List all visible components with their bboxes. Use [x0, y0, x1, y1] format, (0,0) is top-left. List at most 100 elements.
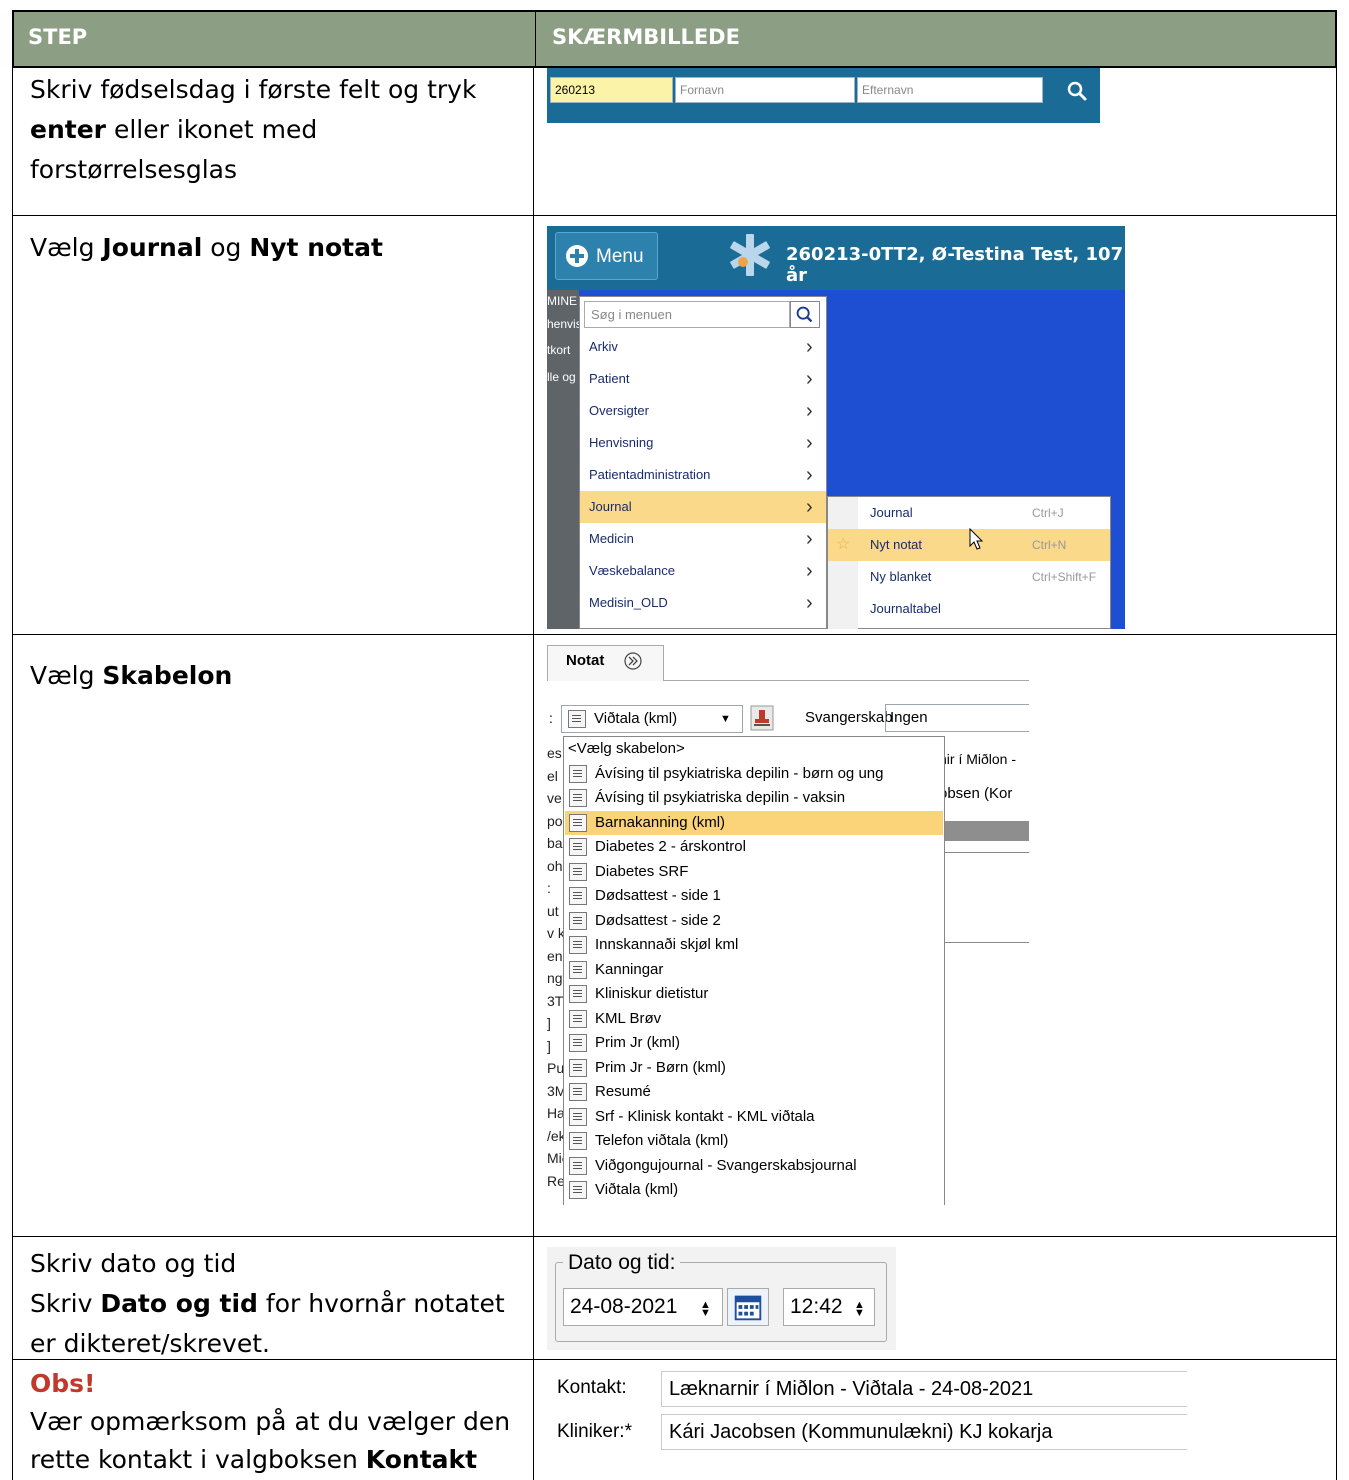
svangerskab-field[interactable]: Ingen	[885, 704, 1029, 732]
template-option[interactable]: Dødsattest - side 2	[565, 909, 943, 933]
svangerskab-label: Svangerskab	[805, 709, 893, 726]
calendar-icon[interactable]	[727, 1288, 769, 1326]
menu-item[interactable]: Henvisning ›	[580, 427, 826, 459]
template-icon	[569, 1058, 587, 1077]
menu-item-label: Journal	[589, 499, 632, 514]
template-icon	[569, 862, 587, 881]
step-1-text: Skriv fødselsdag i første felt og tryk e…	[30, 75, 477, 184]
background-fragment: /ek	[547, 1127, 563, 1144]
template-option-label: Ávísing til psykiatriska depilin - børn …	[595, 764, 884, 782]
submenu-item[interactable]: Journal Ctrl+J	[828, 497, 1110, 529]
background-fragment: Hæ	[547, 1105, 563, 1121]
template-option[interactable]: Diabetes 2 - árskontrol	[565, 835, 943, 859]
favorite-star-icon[interactable]: ☆	[836, 529, 850, 561]
kontakt-label: Kontakt:	[557, 1377, 627, 1398]
combo-value: Viðtala (kml)	[594, 710, 678, 727]
background-fragments: es el ve po ba oh: ut v k en ng 3T]] Pul 3M Hæ/ek Mið R…	[547, 745, 563, 1205]
template-option[interactable]: Resumé	[565, 1080, 943, 1104]
kliniker-field[interactable]: Kári Jacobsen (Kommunulækni) KJ kokarja	[661, 1414, 1187, 1450]
template-icon	[569, 911, 587, 930]
date-time-legend: Dato og tid:	[563, 1251, 681, 1275]
template-option-label: Ávísing til psykiatriska depilin - vaksi…	[595, 789, 846, 806]
template-option[interactable]: Kanningar	[565, 958, 943, 982]
template-list: <Vælg skabelon> Ávísing til psykiatriska …	[563, 736, 945, 1205]
step-3-text: Vælg Skabelon	[30, 661, 233, 690]
background-fragment: en	[547, 947, 563, 964]
medical-star-icon	[730, 234, 770, 276]
firstname-field[interactable]: Fornavn	[675, 77, 855, 103]
date-spinner-icon[interactable]: ▲ ▼	[700, 1300, 711, 1319]
submenu-item-label: Journal	[870, 505, 913, 520]
time-spinner-icon[interactable]: ▲ ▼	[854, 1300, 865, 1319]
menu-item[interactable]: Arkiv ›	[580, 331, 826, 363]
template-option[interactable]: Prim Jr (kml)	[565, 1031, 943, 1055]
chevron-right-icon: ›	[806, 432, 813, 454]
menu-item-label: Henvisning	[589, 435, 654, 450]
template-option[interactable]: Telefon viðtala (kml)	[565, 1129, 943, 1153]
chevron-right-icon: ›	[806, 592, 813, 614]
template-option[interactable]: KML Brøv	[565, 1007, 943, 1031]
template-option[interactable]: Viðtala (kml)	[565, 1178, 943, 1202]
chevron-right-icon: ›	[806, 336, 813, 358]
menu-button[interactable]: Menu	[555, 232, 658, 280]
menu-item[interactable]: Patient ›	[580, 363, 826, 395]
template-option[interactable]: Viðgongujournal - Svangerskabsjournal	[565, 1154, 943, 1178]
menu-item[interactable]: Medisin_OLD ›	[580, 587, 826, 619]
time-field[interactable]: 12:42 ▲ ▼	[783, 1288, 875, 1326]
date-field[interactable]: 24-08-2021 ▲ ▼	[563, 1288, 723, 1326]
tab-notat[interactable]: Notat	[547, 645, 664, 681]
stamp-icon[interactable]	[750, 705, 774, 731]
submenu-item[interactable]: Ny blanket Ctrl+Shift+F	[828, 561, 1110, 593]
date-time-screenshot: Dato og tid: 24-08-2021 ▲ ▼ 12:42 ▲ ▼	[547, 1247, 896, 1350]
shortcut-label: Ctrl+Shift+F	[1032, 570, 1097, 584]
template-icon	[569, 960, 587, 979]
header-step: STEP	[28, 25, 88, 49]
background-fragment: ]	[547, 1037, 551, 1054]
submenu-item[interactable]: Journaltabel	[828, 593, 1110, 625]
step-5-text: Obs! Vær opmærksom på at du vælger den re…	[30, 1369, 511, 1474]
template-option[interactable]: Dødsattest - side 1	[565, 884, 943, 908]
menu-item[interactable]: Væskebalance ›	[580, 555, 826, 587]
menu-item[interactable]: Oversigter ›	[580, 395, 826, 427]
template-icon	[569, 1156, 587, 1175]
template-option-label: Resumé	[595, 1083, 651, 1100]
search-icon[interactable]	[790, 301, 820, 328]
template-icon	[569, 1181, 587, 1199]
background-fragment: Pul	[547, 1060, 563, 1076]
search-icon[interactable]	[1066, 80, 1088, 102]
template-combobox[interactable]: Viðtala (kml) ▼	[561, 705, 743, 733]
template-option[interactable]: Ávísing til psykiatriska depilin - vaksi…	[565, 786, 943, 810]
menu-item[interactable]: Journal ›	[580, 491, 826, 523]
double-chevron-icon[interactable]	[623, 651, 643, 671]
template-icon	[569, 1107, 587, 1126]
chevron-right-icon: ›	[806, 400, 813, 422]
menu-item[interactable]: Medicin ›	[580, 523, 826, 555]
template-icon	[569, 789, 587, 807]
chevron-right-icon: ›	[806, 528, 813, 550]
template-option[interactable]: Diabetes SRF	[565, 860, 943, 884]
background-fragment: es	[547, 745, 562, 761]
template-option[interactable]: Srf - Klinisk kontakt - KML viðtala	[565, 1105, 943, 1129]
template-option[interactable]: Innskannaði skjøl kml	[565, 933, 943, 957]
template-option[interactable]: <Vælg skabelon>	[565, 737, 943, 761]
template-option-label: KML Brøv	[595, 1009, 662, 1027]
kliniker-label: Kliniker:*	[557, 1421, 632, 1442]
template-option-label: Srf - Klinisk kontakt - KML viðtala	[595, 1107, 815, 1125]
template-option-label: Viðtala (kml)	[595, 1181, 679, 1198]
patient-header: 260213-0TT2, Ø-Testina Test, 107 år	[786, 244, 1124, 286]
background-fragment: po	[547, 812, 563, 829]
template-option[interactable]: Barnakanning (kml)	[565, 810, 943, 835]
kontakt-field[interactable]: Læknarnir í Miðlon - Viðtala - 24-08-202…	[661, 1371, 1187, 1407]
menu-search-input[interactable]: Søg i menuen	[584, 301, 790, 328]
submenu-item-label: Ny blanket	[870, 569, 932, 584]
lastname-field[interactable]: Efternavn	[857, 77, 1043, 103]
template-option-label: Dødsattest - side 1	[595, 887, 721, 904]
clinician-fragment: obsen (Kor	[939, 785, 1013, 802]
menu-item[interactable]: Patientadministration ›	[580, 459, 826, 491]
template-option[interactable]: Kliniskur dietistur	[565, 982, 943, 1006]
template-option[interactable]: Ávísing til psykiatriska depilin - børn …	[565, 762, 943, 786]
top-bar: Menu 260213-0TT2, Ø-Testina Test, 107 år	[547, 226, 1125, 290]
step-4-text: Skriv dato og tid Skriv Dato og tid for h…	[30, 1249, 505, 1358]
birthdate-field[interactable]: 260213	[550, 77, 673, 103]
template-option[interactable]: Prim Jr - Børn (kml)	[565, 1056, 943, 1080]
